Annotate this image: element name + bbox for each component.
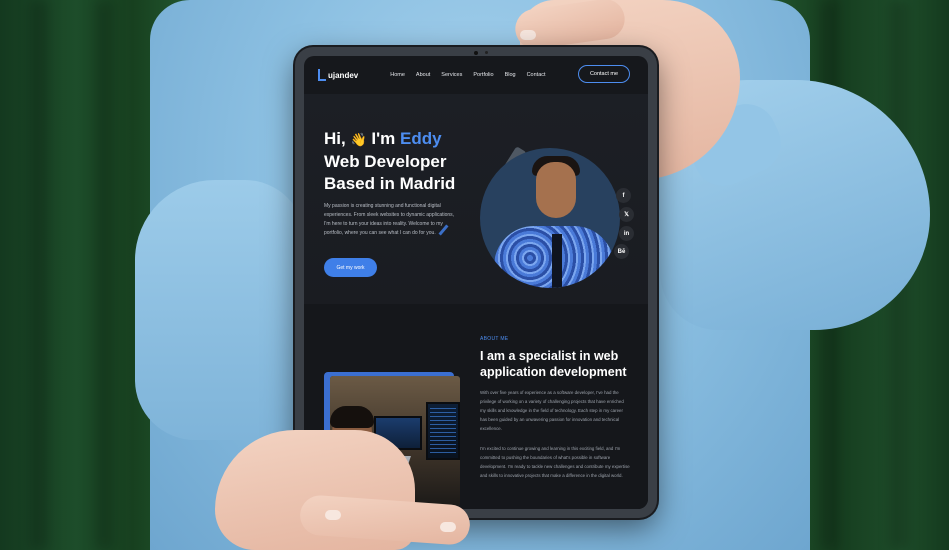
curtain-fold xyxy=(95,0,113,550)
hero-name: Eddy xyxy=(399,129,442,148)
code-lines xyxy=(430,408,456,456)
behance-icon[interactable]: Bē xyxy=(614,244,629,259)
background-scene: ujandev Home About Services Portfolio Bl… xyxy=(0,0,949,550)
fingernail xyxy=(520,30,536,40)
curtain-fold xyxy=(30,0,48,550)
photo-person-hair xyxy=(330,406,374,428)
get-my-work-button[interactable]: Get my work xyxy=(324,258,377,277)
contact-me-button[interactable]: Contact me xyxy=(578,65,630,83)
profile-photo xyxy=(480,148,620,288)
about-paragraph-2: I'm excited to continue growing and lear… xyxy=(480,446,630,478)
hero-location: Based in Madrid xyxy=(324,174,456,193)
x-twitter-icon[interactable]: 𝕏 xyxy=(619,207,634,222)
hero-title: Hi, 👋 I'm Eddy Web Developer Based in Ma… xyxy=(324,128,455,195)
tablet-camera xyxy=(474,51,478,55)
wave-hand-icon: 👋 xyxy=(350,132,367,147)
left-sleeve xyxy=(135,180,305,440)
site-navbar: ujandev Home About Services Portfolio Bl… xyxy=(304,56,648,94)
nav-link-about[interactable]: About xyxy=(416,72,430,78)
fingernail xyxy=(325,510,341,520)
nav-link-contact[interactable]: Contact xyxy=(527,72,546,78)
linkedin-icon[interactable]: in xyxy=(619,226,634,241)
about-kicker: ABOUT ME xyxy=(480,336,509,342)
photo-face xyxy=(536,162,576,218)
logo-text: ujandev xyxy=(328,70,359,80)
photo-tie xyxy=(552,234,562,288)
nav-link-blog[interactable]: Blog xyxy=(505,72,516,78)
logo-mark-icon xyxy=(318,69,326,81)
fingernail xyxy=(440,522,456,532)
about-paragraph-1: With over five years of experience as a … xyxy=(480,390,624,431)
hero-role: Web Developer xyxy=(324,152,447,171)
greeting-prefix: Hi, xyxy=(324,129,346,148)
tablet-sensor xyxy=(485,51,488,54)
nav-link-home[interactable]: Home xyxy=(390,72,405,78)
greeting-mid: I'm xyxy=(366,129,400,148)
nav-link-services[interactable]: Services xyxy=(441,72,462,78)
about-title: I am a specialist in web application dev… xyxy=(480,349,627,379)
nav-link-portfolio[interactable]: Portfolio xyxy=(473,72,493,78)
site-logo[interactable]: ujandev xyxy=(318,69,358,81)
nav-menu: Home About Services Portfolio Blog Conta… xyxy=(390,72,545,78)
hero-section: Hi, 👋 I'm Eddy Web Developer Based in Ma… xyxy=(304,94,648,304)
facebook-icon[interactable]: f xyxy=(616,188,631,203)
